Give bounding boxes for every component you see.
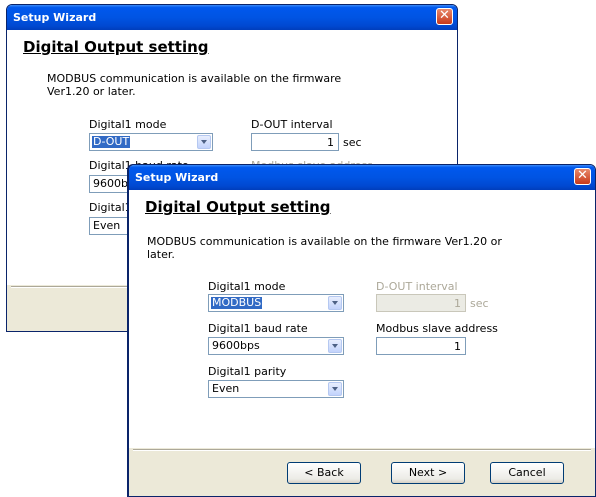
interval-label: D-OUT interval (251, 118, 333, 131)
interval-unit: sec (343, 136, 362, 149)
next-button[interactable]: Next > (391, 462, 465, 484)
close-button[interactable]: ✕ (574, 168, 591, 185)
slave-label: Modbus slave address (376, 322, 498, 335)
title-bar[interactable]: Setup Wizard ✕ (129, 165, 595, 190)
mode-value: MODBUS (211, 296, 263, 309)
content-panel (129, 190, 595, 448)
parity-label: Digital1 parity (208, 365, 287, 378)
baud-value: 9600bps (212, 339, 260, 352)
mode-select[interactable]: MODBUS (208, 294, 344, 312)
interval-value: 1 (327, 136, 334, 149)
slave-address-value: 1 (454, 340, 461, 353)
chevron-down-icon[interactable] (197, 135, 211, 149)
mode-label: Digital1 mode (208, 280, 286, 293)
baud-select[interactable]: 9600bps (208, 337, 344, 355)
parity-value: Even (212, 382, 240, 395)
close-icon: ✕ (577, 168, 588, 183)
parity-select[interactable]: Even (208, 380, 344, 398)
page-heading: Digital Output setting (145, 198, 331, 216)
mode-label: Digital1 mode (89, 118, 167, 131)
window-title: Setup Wizard (13, 11, 97, 24)
cancel-button[interactable]: Cancel (490, 462, 564, 484)
mode-select[interactable]: D-OUT (89, 133, 213, 151)
mode-value: D-OUT (92, 135, 131, 148)
page-heading: Digital Output setting (23, 38, 209, 56)
back-button[interactable]: < Back (287, 462, 361, 484)
interval-unit: sec (470, 297, 489, 310)
close-button[interactable]: ✕ (436, 8, 453, 25)
info-text: MODBUS communication is available on the… (147, 235, 502, 261)
chevron-down-icon[interactable] (328, 382, 342, 396)
setup-wizard-window-front: Setup Wizard ✕ Digital Output setting MO… (128, 164, 596, 497)
interval-label: D-OUT interval (376, 280, 458, 293)
chevron-down-icon[interactable] (328, 296, 342, 310)
baud-label: Digital1 baud rate (208, 322, 308, 335)
close-icon: ✕ (439, 8, 450, 23)
interval-value: 1 (454, 297, 461, 310)
window-title: Setup Wizard (135, 171, 219, 184)
footer-divider (133, 449, 591, 451)
chevron-down-icon[interactable] (328, 339, 342, 353)
interval-input[interactable]: 1 (251, 133, 339, 151)
window-body: Digital Output setting MODBUS communicat… (129, 190, 595, 496)
interval-input[interactable]: 1 (376, 294, 466, 312)
title-bar[interactable]: Setup Wizard ✕ (7, 5, 457, 30)
slave-address-input[interactable]: 1 (376, 337, 466, 355)
info-text: MODBUS communication is available on the… (47, 72, 342, 98)
parity-value: Even (93, 219, 121, 232)
